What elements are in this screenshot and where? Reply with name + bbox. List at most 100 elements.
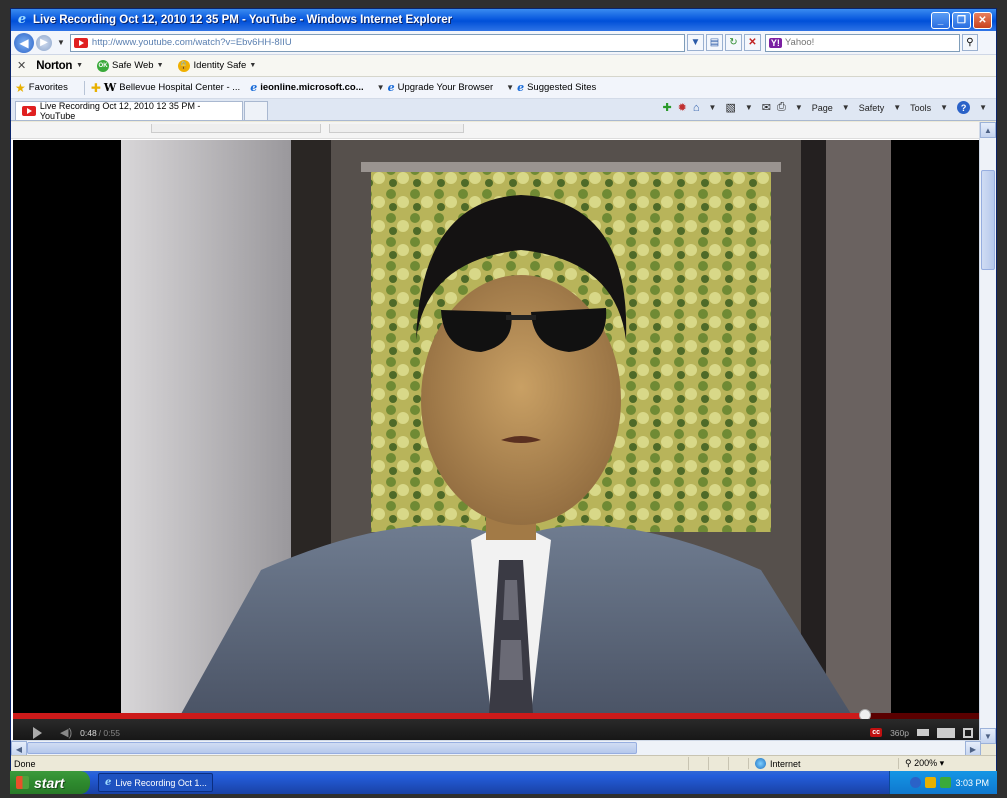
print-icon[interactable]: ⎙ <box>777 101 786 114</box>
back-button[interactable]: ◀ <box>14 32 34 53</box>
title-bar[interactable]: e Live Recording Oct 12, 2010 12 35 PM -… <box>11 9 996 31</box>
page-header-strip <box>11 122 979 139</box>
tab-youtube[interactable]: Live Recording Oct 12, 2010 12 35 PM - Y… <box>15 101 243 121</box>
tab-row: Live Recording Oct 12, 2010 12 35 PM - Y… <box>11 99 996 121</box>
search-icon[interactable]: ⚲ <box>961 34 978 51</box>
ie-logo-icon: e <box>105 777 112 788</box>
start-label: start <box>34 774 65 791</box>
tools-dropdown-icon[interactable]: ▼ <box>940 103 948 112</box>
page-content: ◀) 0:48 / 0:55 cc 360p <box>11 122 981 746</box>
start-button[interactable]: start <box>10 771 90 794</box>
taskbar-item-label: Live Recording Oct 1... <box>115 777 207 788</box>
quality-button[interactable]: 360p <box>890 728 909 738</box>
status-cell <box>708 757 728 770</box>
search-input[interactable] <box>784 37 956 48</box>
video-player[interactable]: ◀) 0:48 / 0:55 cc 360p <box>13 140 981 746</box>
suggested-sites-icon: e <box>517 81 525 94</box>
favorite-upgrade-dropdown-icon[interactable]: ▼ <box>506 83 514 92</box>
search-box[interactable]: Y! <box>764 33 960 52</box>
favorite-bellevue[interactable]: Bellevue Hospital Center - ... <box>119 82 240 93</box>
small-player-icon[interactable] <box>917 729 929 736</box>
tray-security-icon[interactable] <box>940 777 952 788</box>
favorite-ieonline-dropdown-icon[interactable]: ▼ <box>377 83 385 92</box>
youtube-favicon-icon <box>73 37 88 48</box>
favorite-suggested-sites[interactable]: Suggested Sites <box>527 82 596 93</box>
safe-web-ok-icon: OK <box>97 59 110 72</box>
volume-icon[interactable]: ◀) <box>60 726 72 739</box>
rss-dropdown-icon[interactable]: ▼ <box>745 103 753 112</box>
minimize-button[interactable]: _ <box>931 11 950 29</box>
close-button[interactable]: ✕ <box>973 11 992 29</box>
security-zone[interactable]: Internet <box>748 758 898 769</box>
status-cell <box>688 757 708 770</box>
tools-menu[interactable]: Tools <box>910 103 931 113</box>
vertical-scrollbar[interactable]: ▲ ▼ <box>979 122 996 744</box>
refresh-icon[interactable]: ↻ <box>724 34 742 51</box>
history-dropdown-icon[interactable]: ▼ <box>57 38 65 47</box>
forward-button[interactable]: ▶ <box>36 34 52 51</box>
add-to-favorites-icon[interactable]: ✚ <box>662 101 671 114</box>
safe-web-button[interactable]: Safe Web <box>112 60 154 71</box>
ie-page-icon: e <box>250 81 258 94</box>
youtube-favicon-icon <box>22 106 36 116</box>
favorite-ieonline[interactable]: ieonline.microsoft.co... <box>260 82 363 93</box>
zoom-level[interactable]: ⚲ 200% ▾ <box>898 758 993 769</box>
scroll-down-icon[interactable]: ▼ <box>980 728 996 744</box>
stop-icon[interactable]: ✕ <box>743 34 761 51</box>
status-text: Done <box>14 758 36 769</box>
page-menu[interactable]: Page <box>812 103 833 113</box>
captions-icon[interactable]: cc <box>870 728 883 737</box>
favorites-divider <box>83 80 85 95</box>
home-dropdown-icon[interactable]: ▼ <box>709 103 717 112</box>
command-bar: ✚ ✹ ⌂ ▼ ▧ ▼ ✉ ⎙ ▼ Page ▼ Safety ▼ Tools … <box>662 101 990 114</box>
new-tab-button[interactable] <box>244 101 268 120</box>
safe-web-dropdown-icon[interactable]: ▼ <box>157 62 164 69</box>
tab-label: Live Recording Oct 12, 2010 12 35 PM - Y… <box>39 101 201 121</box>
print-dropdown-icon[interactable]: ▼ <box>795 103 803 112</box>
home-icon[interactable]: ⌂ <box>693 102 700 114</box>
play-icon[interactable] <box>33 726 42 739</box>
maximize-button[interactable]: ❐ <box>952 11 971 29</box>
norton-dropdown-icon[interactable]: ▼ <box>76 62 83 69</box>
favorite-upgrade-browser[interactable]: Upgrade Your Browser <box>398 82 494 93</box>
help-icon[interactable]: ? <box>957 101 971 114</box>
address-bar-row: ◀ ▶ ▼ ▼ ▤ ↻ ✕ Y! ⚲ <box>11 31 996 55</box>
address-box[interactable] <box>69 33 685 52</box>
horizontal-scrollbar[interactable]: ◀ ▶ <box>11 740 981 757</box>
norton-close-icon[interactable]: ✕ <box>17 59 26 72</box>
add-favorite-icon[interactable]: ✚ <box>91 81 101 95</box>
page-dropdown-icon[interactable]: ▼ <box>842 103 850 112</box>
identity-safe-button[interactable]: Identity Safe <box>194 60 247 71</box>
clock: 3:03 PM <box>955 777 989 788</box>
identity-safe-dropdown-icon[interactable]: ▼ <box>249 62 256 69</box>
compatibility-view-icon[interactable]: ▤ <box>705 34 723 51</box>
ie-logo-icon: e <box>17 12 27 27</box>
video-still <box>121 140 891 714</box>
address-dropdown-icon[interactable]: ▼ <box>686 34 704 51</box>
favorites-bar: ★ Favorites ✚ W Bellevue Hospital Center… <box>11 77 996 99</box>
page-nav-element <box>329 124 464 133</box>
video-frame[interactable] <box>121 140 891 714</box>
large-player-icon[interactable] <box>937 727 955 738</box>
tray-network-icon[interactable] <box>910 777 922 788</box>
taskbar-item-ie[interactable]: e Live Recording Oct 1... <box>98 773 213 792</box>
vertical-scroll-thumb[interactable] <box>981 170 995 270</box>
system-tray: 3:03 PM <box>889 771 997 794</box>
taskbar: start e Live Recording Oct 1... 3:03 PM <box>10 771 997 794</box>
scroll-up-icon[interactable]: ▲ <box>980 122 996 138</box>
tray-norton-icon[interactable] <box>925 777 937 788</box>
norton-logo[interactable]: Norton <box>36 60 72 72</box>
rss-icon[interactable]: ▧ <box>725 101 735 114</box>
help-dropdown-icon[interactable]: ▼ <box>979 103 987 112</box>
feeds-icon[interactable]: ✹ <box>678 101 687 114</box>
identity-safe-lock-icon: 🔒 <box>177 59 190 72</box>
favorites-button[interactable]: Favorites <box>29 82 68 93</box>
zone-label: Internet <box>770 758 801 769</box>
fullscreen-icon[interactable] <box>963 727 973 738</box>
safety-dropdown-icon[interactable]: ▼ <box>893 103 901 112</box>
mail-icon[interactable]: ✉ <box>762 101 771 114</box>
safety-menu[interactable]: Safety <box>859 103 885 113</box>
horizontal-scroll-thumb[interactable] <box>27 742 637 754</box>
address-input[interactable] <box>91 37 681 48</box>
status-bar: Done Internet ⚲ 200% ▾ <box>11 755 996 771</box>
